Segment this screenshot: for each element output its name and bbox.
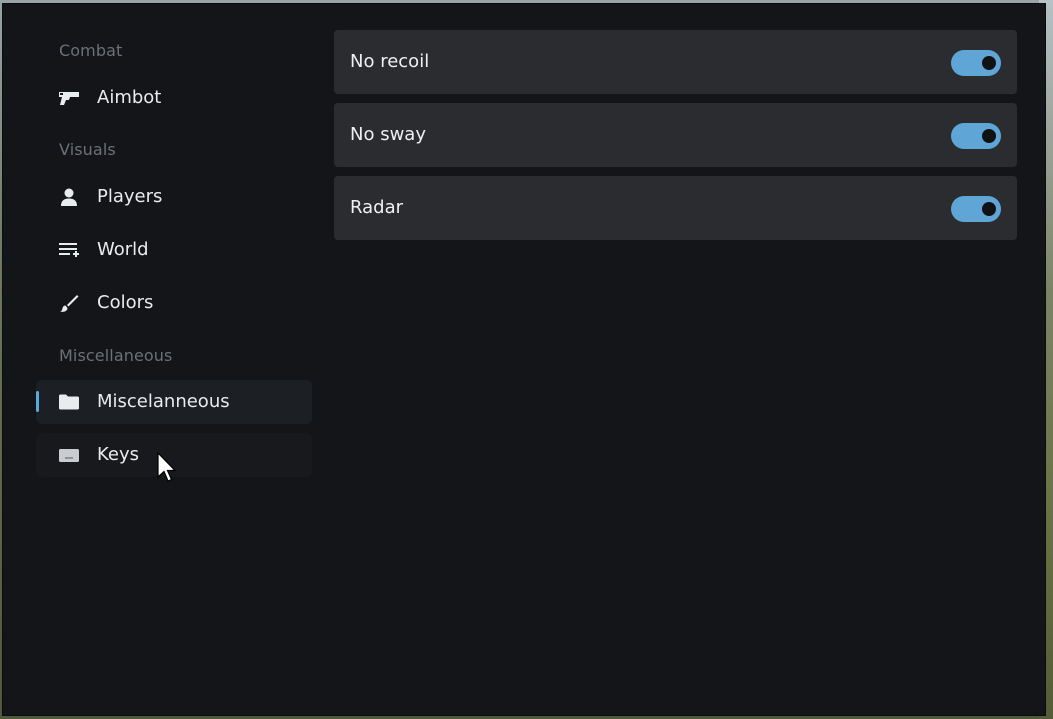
sidebar-item-colors[interactable]: Colors xyxy=(36,281,312,325)
toggle-knob xyxy=(982,202,996,216)
radar-toggle[interactable] xyxy=(951,196,1001,222)
sidebar-item-aimbot[interactable]: Aimbot xyxy=(36,76,312,120)
section-label-combat: Combat xyxy=(59,41,123,60)
section-label-visuals: Visuals xyxy=(59,140,116,159)
sidebar-item-world[interactable]: World xyxy=(36,228,312,272)
mouse-cursor-icon xyxy=(157,452,177,482)
toggle-knob xyxy=(982,56,996,70)
setting-label: Radar xyxy=(350,197,403,218)
active-indicator xyxy=(36,391,39,412)
sidebar-item-label: World xyxy=(97,239,149,260)
toggle-knob xyxy=(982,129,996,143)
settings-panel: No recoil No sway Radar xyxy=(334,30,1017,249)
sidebar-item-label: Miscelanneous xyxy=(97,391,230,412)
brush-icon xyxy=(58,293,80,313)
folder-icon xyxy=(58,392,80,412)
setting-label: No recoil xyxy=(350,51,430,72)
no-sway-toggle[interactable] xyxy=(951,123,1001,149)
person-icon xyxy=(58,187,80,207)
setting-row-radar: Radar xyxy=(334,176,1017,240)
section-label-miscellaneous: Miscellaneous xyxy=(59,346,173,365)
sidebar-item-label: Aimbot xyxy=(97,87,162,108)
no-recoil-toggle[interactable] xyxy=(951,50,1001,76)
menu-window: Combat Aimbot Visuals Players World Colo… xyxy=(3,4,1045,715)
setting-label: No sway xyxy=(350,124,426,145)
gun-icon xyxy=(58,88,80,108)
sidebar: Combat Aimbot Visuals Players World Colo… xyxy=(3,4,321,715)
keyboard-icon xyxy=(58,445,80,465)
sidebar-item-label: Colors xyxy=(97,292,154,313)
sidebar-item-label: Keys xyxy=(97,444,140,465)
setting-row-no-sway: No sway xyxy=(334,103,1017,167)
list-add-icon xyxy=(58,240,80,260)
sidebar-item-players[interactable]: Players xyxy=(36,175,312,219)
sidebar-item-miscelanneous[interactable]: Miscelanneous xyxy=(36,380,312,424)
setting-row-no-recoil: No recoil xyxy=(334,30,1017,94)
sidebar-item-label: Players xyxy=(97,186,163,207)
